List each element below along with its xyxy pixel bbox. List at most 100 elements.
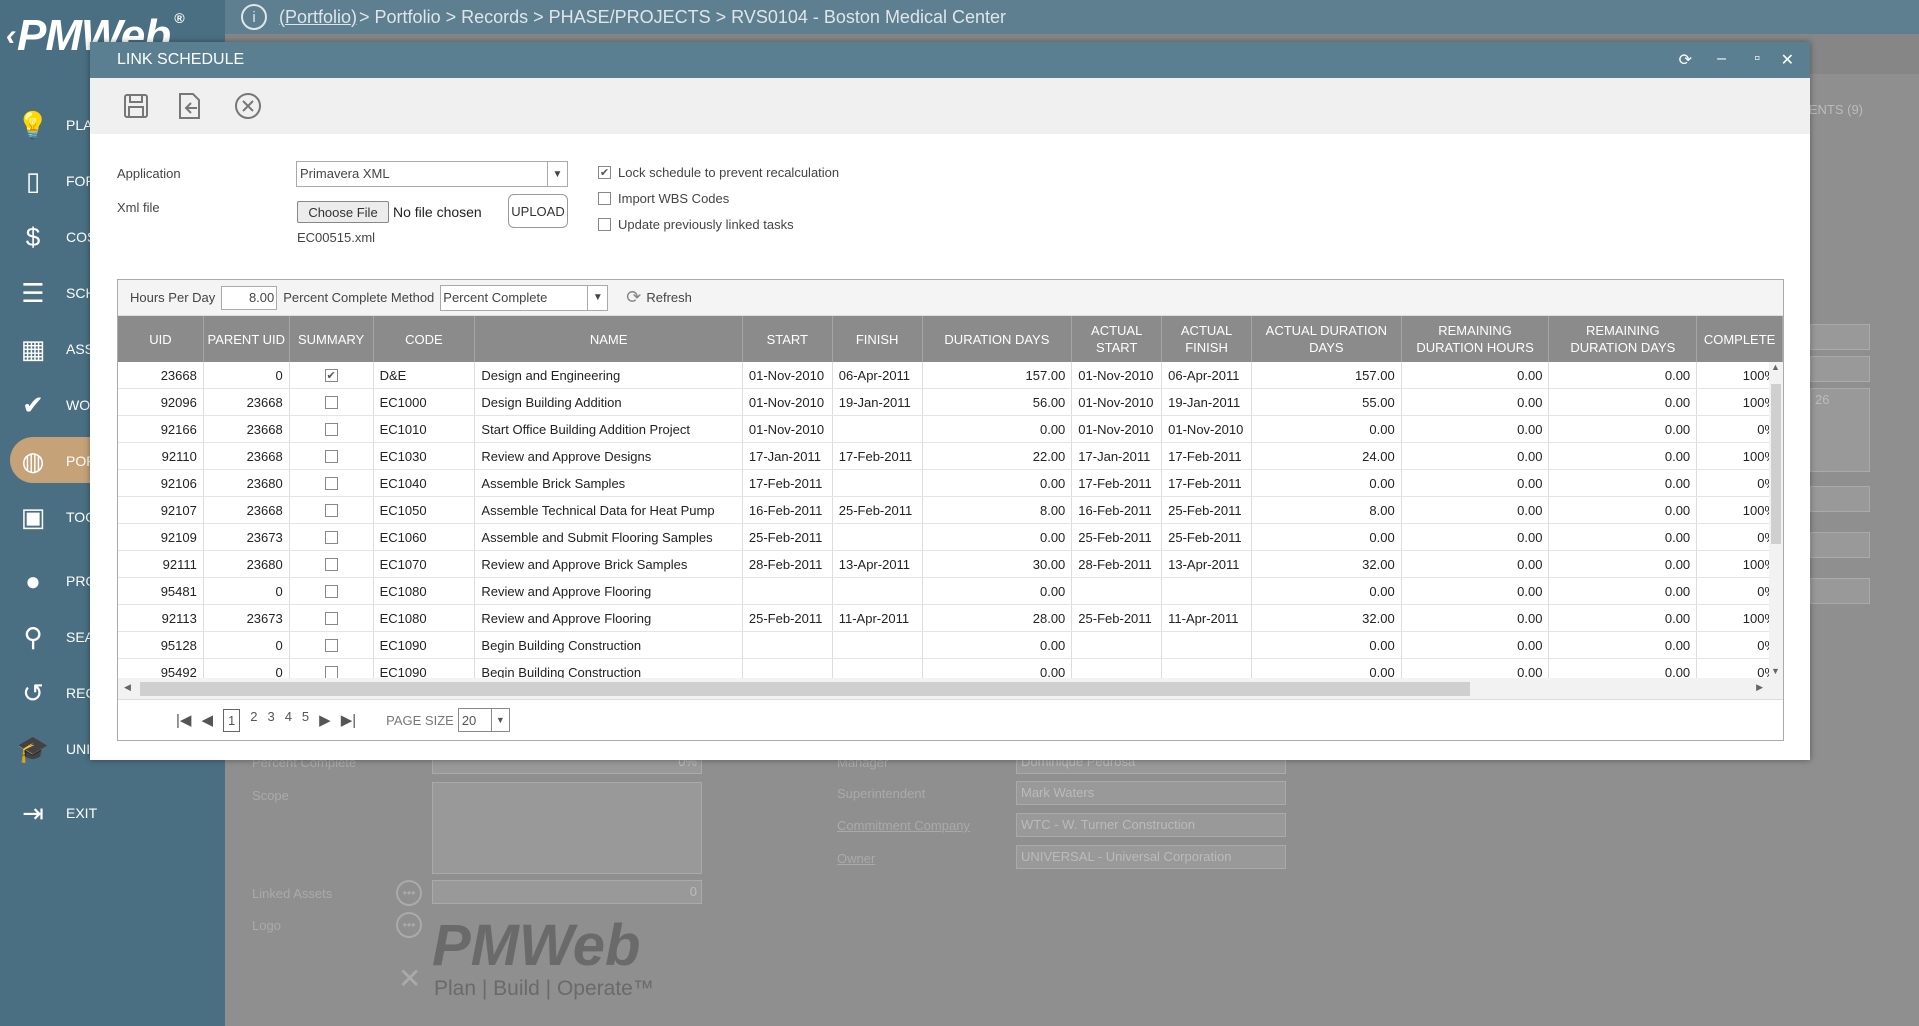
summary-checkbox[interactable]	[290, 551, 374, 577]
checkbox-icon[interactable]	[324, 611, 338, 625]
summary-checkbox[interactable]	[290, 578, 374, 604]
column-header-uid[interactable]: UID	[118, 316, 204, 362]
column-header-code[interactable]: CODE	[374, 316, 476, 362]
summary-checkbox[interactable]	[290, 497, 374, 523]
summary-checkbox[interactable]	[290, 443, 374, 469]
column-header-start[interactable]: START	[743, 316, 833, 362]
bg-commitment-link[interactable]: Commitment Company	[837, 818, 970, 833]
more-icon[interactable]: •••	[396, 880, 422, 906]
checkbox-icon[interactable]	[598, 218, 611, 231]
upload-button[interactable]: UPLOAD	[508, 194, 568, 228]
column-header-parent-uid[interactable]: PARENT UID	[204, 316, 290, 362]
table-row[interactable]: 92113 23673 EC1080 Review and Approve Floor…	[118, 605, 1783, 632]
column-header-actual-start[interactable]: ACTUAL START	[1072, 316, 1163, 362]
summary-checkbox[interactable]: ✔	[290, 362, 374, 388]
prev-page-icon[interactable]: ◀	[201, 711, 213, 729]
scroll-left-icon[interactable]: ◀	[124, 682, 131, 693]
chevron-down-icon[interactable]: ▼	[547, 162, 567, 186]
summary-checkbox[interactable]	[290, 632, 374, 658]
checkbox-icon[interactable]	[324, 584, 338, 598]
page-link-5[interactable]: 5	[302, 709, 309, 732]
column-header-actual-finish[interactable]: ACTUAL FINISH	[1162, 316, 1252, 362]
table-row[interactable]: 92111 23680 EC1070 Review and Approve Brick…	[118, 551, 1783, 578]
bg-commitment-select[interactable]: WTC - W. Turner Construction	[1016, 813, 1286, 837]
summary-checkbox[interactable]	[290, 605, 374, 631]
column-header-finish[interactable]: FINISH	[833, 316, 923, 362]
chevron-down-icon[interactable]: ▼	[587, 285, 607, 310]
vertical-scrollbar[interactable]: ▲ ▼	[1769, 362, 1783, 678]
save-icon[interactable]	[120, 88, 152, 124]
percent-method-select[interactable]: Percent Complete ▼	[440, 284, 609, 311]
checkbox-icon[interactable]	[324, 395, 338, 409]
scroll-down-icon[interactable]: ▼	[1771, 666, 1780, 676]
column-header-duration-days[interactable]: DURATION DAYS	[923, 316, 1073, 362]
info-icon[interactable]: i	[241, 4, 267, 30]
summary-checkbox[interactable]	[290, 524, 374, 550]
table-row[interactable]: 95128 0 EC1090 Begin Building Construction 0…	[118, 632, 1783, 659]
column-header-remaining-duration-hours[interactable]: REMAINING DURATION HOURS	[1402, 316, 1550, 362]
summary-checkbox[interactable]	[290, 416, 374, 442]
column-header-actual-duration-days[interactable]: ACTUAL DURATION DAYS	[1252, 316, 1402, 362]
checkbox-icon[interactable]	[324, 557, 338, 571]
table-row[interactable]: 95481 0 EC1080 Review and Approve Flooring 0…	[118, 578, 1783, 605]
checkbox-icon[interactable]	[324, 503, 338, 517]
scroll-up-icon[interactable]: ▲	[1771, 362, 1780, 372]
lock-schedule-checkbox[interactable]: ✔ Lock schedule to prevent recalculation	[598, 165, 839, 180]
table-row[interactable]: 92166 23668 EC1010 Start Office Building Ad…	[118, 416, 1783, 443]
page-link-1[interactable]: 1	[222, 708, 241, 732]
last-page-icon[interactable]: ▶|	[341, 711, 356, 729]
table-row[interactable]: 92110 23668 EC1030 Review and Approve Desig…	[118, 443, 1783, 470]
column-header-complete[interactable]: COMPLETE	[1697, 316, 1784, 362]
table-row[interactable]: 95492 0 EC1090 Begin Building Construction 0…	[118, 659, 1783, 678]
hours-per-day-input[interactable]: 8.00	[221, 285, 278, 310]
checkbox-icon[interactable]	[598, 192, 611, 205]
column-header-remaining-duration-days[interactable]: REMAINING DURATION DAYS	[1549, 316, 1698, 362]
bg-owner-select[interactable]: UNIVERSAL - Universal Corporation	[1016, 845, 1286, 869]
sidebar-item-exit[interactable]: ⇥ EXIT	[0, 788, 225, 838]
update-linked-checkbox[interactable]: Update previously linked tasks	[598, 217, 794, 232]
next-page-icon[interactable]: ▶	[319, 711, 331, 729]
maximize-icon[interactable]: ▫	[1754, 50, 1760, 68]
page-link-2[interactable]: 2	[250, 709, 257, 732]
bg-owner-link[interactable]: Owner	[837, 851, 875, 866]
page-size-select[interactable]: 20 ▼	[457, 708, 510, 732]
summary-checkbox[interactable]	[290, 659, 374, 678]
page-link-4[interactable]: 4	[285, 709, 292, 732]
checkbox-checked-icon[interactable]: ✔	[324, 368, 338, 382]
close-icon[interactable]: ✕	[1781, 50, 1794, 70]
chevron-down-icon[interactable]: ▼	[490, 709, 509, 731]
table-row[interactable]: 92106 23680 EC1040 Assemble Brick Samples 17…	[118, 470, 1783, 497]
table-row[interactable]: 92096 23668 EC1000 Design Building Addition…	[118, 389, 1783, 416]
checkbox-icon[interactable]	[324, 476, 338, 490]
checkbox-icon[interactable]	[324, 422, 338, 436]
checkbox-icon[interactable]	[324, 665, 338, 678]
application-select[interactable]: Primavera XML ▼	[296, 161, 568, 187]
page-link-3[interactable]: 3	[267, 709, 274, 732]
minimize-icon[interactable]: –	[1717, 50, 1726, 68]
scroll-right-icon[interactable]: ▶	[1756, 682, 1763, 693]
first-page-icon[interactable]: |◀	[176, 711, 191, 729]
table-row[interactable]: 92107 23668 EC1050 Assemble Technical Data …	[118, 497, 1783, 524]
import-wbs-checkbox[interactable]: Import WBS Codes	[598, 191, 729, 206]
refresh-window-icon[interactable]: ⟳	[1679, 50, 1692, 70]
cancel-icon[interactable]	[232, 88, 264, 124]
more-icon[interactable]: •••	[396, 912, 422, 938]
horizontal-scrollbar[interactable]: ◀ ▶	[118, 678, 1783, 700]
choose-file-button[interactable]: Choose File	[297, 201, 389, 223]
save-and-close-icon[interactable]	[174, 88, 206, 124]
checkbox-icon[interactable]	[324, 449, 338, 463]
column-header-summary[interactable]: SUMMARY	[290, 316, 374, 362]
scrollbar-thumb[interactable]	[1771, 384, 1781, 544]
checkbox-checked-icon[interactable]: ✔	[598, 166, 611, 179]
refresh-button[interactable]: ⟳ Refresh	[626, 287, 692, 308]
column-header-name[interactable]: NAME	[475, 316, 743, 362]
checkbox-icon[interactable]	[324, 530, 338, 544]
table-row[interactable]: 23668 0 ✔ D&E Design and Engineering 01-Nov-2…	[118, 362, 1783, 389]
remove-logo-icon[interactable]: ✕	[398, 962, 421, 995]
checkbox-icon[interactable]	[324, 638, 338, 652]
breadcrumb-portfolio-link[interactable]: (Portfolio)	[279, 7, 357, 28]
summary-checkbox[interactable]	[290, 470, 374, 496]
scrollbar-thumb[interactable]	[140, 682, 1470, 696]
table-row[interactable]: 92109 23673 EC1060 Assemble and Submit Floo…	[118, 524, 1783, 551]
summary-checkbox[interactable]	[290, 389, 374, 415]
